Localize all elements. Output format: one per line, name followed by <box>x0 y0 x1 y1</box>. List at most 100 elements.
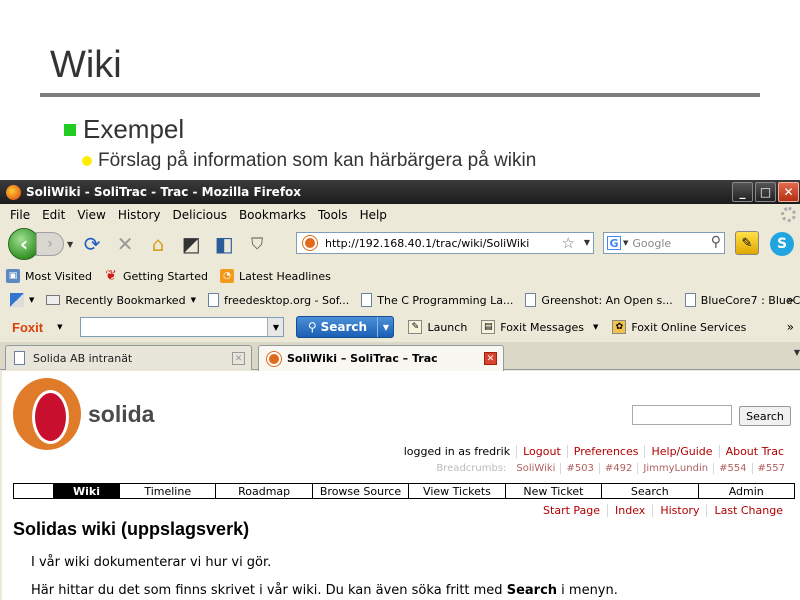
nav-admin[interactable]: Admin <box>699 484 794 498</box>
close-tab-icon[interactable]: ✕ <box>484 352 497 365</box>
last-change-link[interactable]: Last Change <box>706 504 790 517</box>
reload-icon[interactable]: ⟳ <box>79 231 105 257</box>
search-placeholder: Google <box>632 236 672 250</box>
menu-tools[interactable]: Tools <box>318 208 348 222</box>
close-window-button[interactable]: ✕ <box>778 182 799 202</box>
help-guide-link[interactable]: Help/Guide <box>644 445 718 458</box>
slide-title-divider <box>40 93 760 97</box>
solida-logo-text[interactable]: solida <box>88 401 154 428</box>
bookmark-label: Getting Started <box>122 269 208 283</box>
nav-browse-source[interactable]: Browse Source <box>313 484 410 498</box>
trac-search-input[interactable] <box>632 405 732 425</box>
nav-view-tickets[interactable]: View Tickets <box>409 484 506 498</box>
history-link[interactable]: History <box>652 504 706 517</box>
search-icon[interactable]: ⚲ <box>711 234 721 250</box>
metanav: logged in as fredrik Logout Preferences … <box>398 445 790 458</box>
delicious-menu[interactable]: ▼ <box>10 293 34 307</box>
logged-in-text: logged in as fredrik <box>403 445 511 458</box>
main-navigation: Wiki Timeline Roadmap Browse Source View… <box>13 483 795 499</box>
menu-file[interactable]: File <box>10 208 30 222</box>
breadcrumb-link[interactable]: #554 <box>713 463 751 474</box>
menu-help[interactable]: Help <box>360 208 387 222</box>
solida-logo-icon[interactable] <box>13 378 81 450</box>
breadcrumb-link[interactable]: #492 <box>598 463 637 474</box>
foxit-online-services[interactable]: ✿ Foxit Online Services <box>612 320 746 334</box>
start-page-link[interactable]: Start Page <box>536 504 607 517</box>
bookmark-getting-started[interactable]: ❦ Getting Started <box>104 268 208 284</box>
index-link[interactable]: Index <box>607 504 652 517</box>
menu-history[interactable]: History <box>118 208 161 222</box>
trac-search-button[interactable]: Search <box>739 406 791 426</box>
breadcrumbs-label: Breadcrumbs: <box>436 463 507 474</box>
home-icon[interactable]: ⌂ <box>145 231 171 257</box>
google-engine-icon[interactable]: G <box>607 236 621 250</box>
menu-delicious[interactable]: Delicious <box>173 208 227 222</box>
page-icon <box>361 293 373 307</box>
nav-wiki[interactable]: Wiki <box>54 484 120 498</box>
wiki-heading: Solidas wiki (uppslagsverk) <box>13 519 250 539</box>
logout-link[interactable]: Logout <box>516 445 567 458</box>
foxit-search-button[interactable]: ⚲ Search ▼ <box>296 316 395 338</box>
breadcrumb-link[interactable]: #503 <box>560 463 598 474</box>
menu-view[interactable]: View <box>77 208 105 222</box>
foxit-search-input[interactable]: ▼ <box>80 317 285 337</box>
recently-bookmarked[interactable]: Recently Bookmarked ▼ <box>46 294 196 307</box>
foxit-logo[interactable]: Foxit <box>12 320 43 335</box>
screen-capture-icon[interactable]: ◧ <box>211 231 237 257</box>
bookmark-c-programming[interactable]: The C Programming La... <box>361 293 513 307</box>
nav-new-ticket[interactable]: New Ticket <box>506 484 603 498</box>
url-bar[interactable]: http://192.168.40.1/trac/wiki/SoliWiki ☆… <box>296 232 594 254</box>
foxit-online-label: Foxit Online Services <box>631 320 747 334</box>
foxit-toolbar: Foxit ▼ ▼ ⚲ Search ▼ ✎ Launch ▤ Foxit Me… <box>0 314 800 340</box>
bookmark-most-visited[interactable]: ▣ Most Visited <box>6 269 92 283</box>
more-bookmarks-chevron-icon[interactable]: » <box>787 293 794 307</box>
delicious-bookmarks-toolbar: ▼ Recently Bookmarked ▼ freedesktop.org … <box>0 288 800 312</box>
window-titlebar[interactable]: SoliWiki - SoliTrac - Trac - Mozilla Fir… <box>0 180 800 204</box>
nav-timeline[interactable]: Timeline <box>120 484 217 498</box>
foxit-dropdown-icon[interactable]: ▼ <box>57 323 62 331</box>
web-search-input[interactable]: G ▼ Google ⚲ <box>603 232 725 254</box>
slide-title: Wiki <box>50 44 122 86</box>
engine-dropdown-icon[interactable]: ▼ <box>623 239 628 247</box>
bookmark-greenshot[interactable]: Greenshot: An Open s... <box>525 293 673 307</box>
nav-search[interactable]: Search <box>602 484 699 498</box>
tab-list-dropdown-icon[interactable]: ▼ <box>794 348 800 357</box>
about-trac-link[interactable]: About Trac <box>718 445 790 458</box>
breadcrumb-link[interactable]: SoliWiki <box>511 463 560 474</box>
bookmark-bluecore[interactable]: BlueCore7 : BlueCore... <box>684 293 800 307</box>
breadcrumb-link[interactable]: #557 <box>751 463 790 474</box>
maximize-button[interactable]: □ <box>755 182 776 202</box>
history-dropdown-icon[interactable]: ▼ <box>67 240 73 249</box>
breadcrumb-link[interactable]: JimmyLundin <box>637 463 713 474</box>
foxit-input-dropdown-icon[interactable]: ▼ <box>267 318 284 336</box>
stop-icon[interactable]: ✕ <box>112 231 138 257</box>
foxit-messages[interactable]: ▤ Foxit Messages ▼ <box>481 320 598 334</box>
more-tools-chevron-icon[interactable]: » <box>787 320 794 334</box>
slide-bullet-text: Förslag på information som kan härbärger… <box>98 150 537 171</box>
nav-roadmap[interactable]: Roadmap <box>216 484 313 498</box>
dropdown-icon: ▼ <box>190 296 196 304</box>
greenshot-icon[interactable]: ◩ <box>178 231 204 257</box>
chevron-down-icon[interactable]: ▼ <box>377 317 393 337</box>
menu-edit[interactable]: Edit <box>42 208 65 222</box>
tag-icon[interactable]: ⛉ <box>244 231 270 257</box>
highlighter-icon[interactable]: ✎ <box>735 231 759 255</box>
skype-icon[interactable]: S <box>770 232 794 256</box>
bookmark-latest-headlines[interactable]: ◔ Latest Headlines <box>220 269 331 283</box>
launch-icon: ✎ <box>408 320 423 334</box>
forward-button[interactable]: › <box>36 232 64 256</box>
url-text: http://192.168.40.1/trac/wiki/SoliWiki <box>325 236 530 250</box>
tab-soliwiki[interactable]: SoliWiki – SoliTrac – Trac ✕ <box>258 345 504 371</box>
menu-bookmarks[interactable]: Bookmarks <box>239 208 306 222</box>
bookmark-freedesktop[interactable]: freedesktop.org - Sof... <box>207 293 349 307</box>
delicious-icon <box>10 293 24 307</box>
preferences-link[interactable]: Preferences <box>566 445 645 458</box>
bookmark-star-icon[interactable]: ☆ <box>562 234 575 252</box>
close-tab-icon[interactable]: ✕ <box>232 352 245 365</box>
tab-solida-intranat[interactable]: Solida AB intranät ✕ <box>5 345 252 370</box>
minimize-button[interactable]: _ <box>732 182 753 202</box>
yellow-dot-bullet-icon <box>82 156 92 166</box>
foxit-launch[interactable]: ✎ Launch <box>408 320 467 334</box>
url-dropdown-icon[interactable]: ▼ <box>584 238 590 247</box>
search-icon: ⚲ <box>307 320 317 334</box>
